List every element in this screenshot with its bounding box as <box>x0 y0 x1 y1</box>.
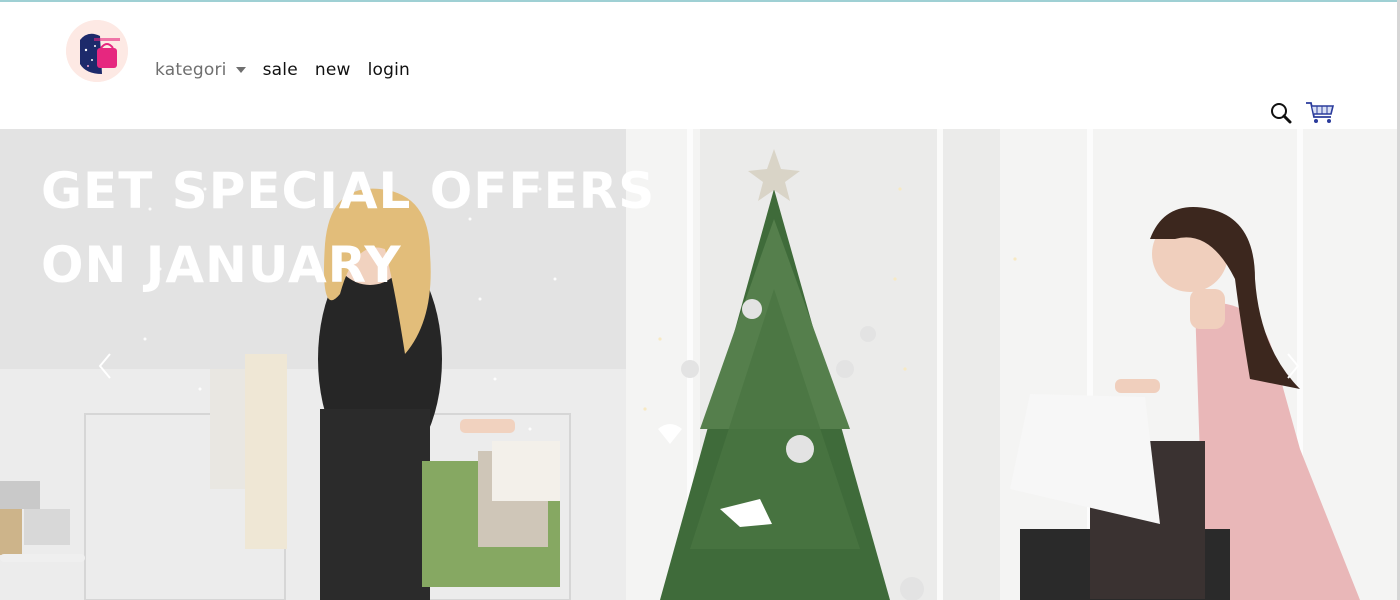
nav-sale-link[interactable]: sale <box>263 60 298 80</box>
hero-title-line1: GET SPECIAL OFFERS <box>41 162 656 220</box>
chevron-right-icon <box>1287 353 1300 379</box>
carousel-next-button[interactable] <box>1283 351 1303 381</box>
main-nav: kategori sale new login <box>155 60 427 80</box>
nav-kategori-dropdown[interactable]: kategori <box>155 60 246 80</box>
cart-icon[interactable] <box>1305 100 1335 126</box>
hero-title-line2: ON JANUARY <box>41 236 402 294</box>
nav-login-link[interactable]: login <box>368 60 410 80</box>
search-icon[interactable] <box>1267 100 1297 126</box>
carousel-prev-button[interactable] <box>95 351 115 381</box>
hero-carousel: GET SPECIAL OFFERS ON JANUARY <box>0 129 1397 600</box>
site-header: kategori sale new login <box>0 2 1397 129</box>
nav-kategori-label: kategori <box>155 60 227 80</box>
hero-title: GET SPECIAL OFFERS ON JANUARY <box>41 154 656 302</box>
shopping-bag-logo-icon <box>66 20 128 82</box>
chevron-left-icon <box>98 353 111 379</box>
site-logo[interactable] <box>66 20 128 82</box>
nav-new-link[interactable]: new <box>315 60 351 80</box>
caret-down-icon <box>235 67 246 73</box>
header-tools <box>1259 100 1335 126</box>
